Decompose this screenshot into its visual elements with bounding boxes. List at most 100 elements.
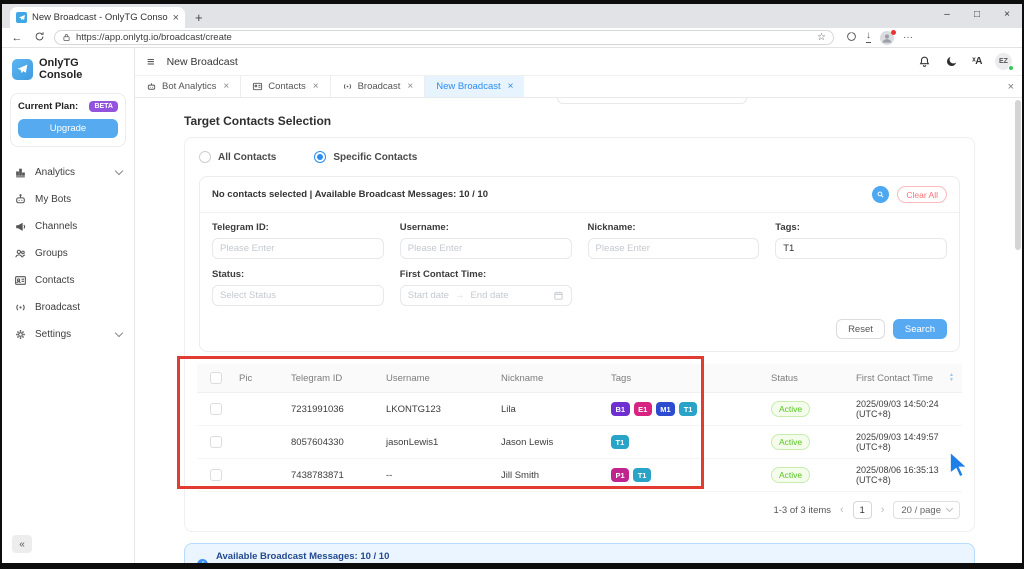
- tags-cell: B1 E1 M1 T1: [607, 402, 767, 416]
- tag-chip: T1: [633, 468, 651, 482]
- browser-extension-icon[interactable]: [846, 31, 857, 45]
- sidebar-item-channels[interactable]: Channels: [2, 213, 134, 240]
- user-avatar[interactable]: EZ: [995, 53, 1012, 70]
- sidebar-item-label: Channels: [35, 221, 122, 232]
- site-info-lock-icon[interactable]: [62, 29, 71, 47]
- radio-specific-contacts[interactable]: Specific Contacts: [314, 151, 417, 163]
- clear-all-button[interactable]: Clear All: [897, 186, 947, 203]
- main-header: ≡ New Broadcast ˣA EZ: [135, 48, 1022, 76]
- bookmark-star-icon[interactable]: ☆: [817, 32, 826, 43]
- col-tags: Tags: [607, 373, 767, 384]
- radio-label: All Contacts: [218, 152, 276, 163]
- tag-chip: M1: [656, 402, 675, 416]
- tab-bot-analytics[interactable]: Bot Analytics ×: [135, 76, 241, 97]
- sidebar-item-label: Broadcast: [35, 302, 122, 313]
- pagination-total: 1-3 of 3 items: [773, 505, 831, 516]
- filter-card: No contacts selected | Available Broadca…: [199, 176, 960, 352]
- language-translate-icon[interactable]: ˣA: [972, 56, 982, 67]
- sidebar-item-my-bots[interactable]: My Bots: [2, 186, 134, 213]
- browser-menu-icon[interactable]: ···: [903, 32, 913, 43]
- first-contact-cell: 2025/08/06 16:35:13 (UTC+8): [852, 465, 962, 485]
- col-username: Username: [382, 373, 497, 384]
- page-number[interactable]: 1: [853, 501, 872, 519]
- radio-unchecked-icon: [199, 151, 211, 163]
- tags-label: Tags:: [775, 222, 947, 233]
- sidebar-item-label: Contacts: [35, 275, 122, 286]
- row-checkbox[interactable]: [210, 469, 222, 481]
- tab-close-icon[interactable]: ×: [407, 81, 413, 92]
- browser-profile-avatar[interactable]: [880, 31, 894, 45]
- select-all-checkbox[interactable]: [210, 372, 222, 384]
- row-checkbox[interactable]: [210, 436, 222, 448]
- new-tab-button[interactable]: +: [195, 10, 203, 25]
- table-row[interactable]: 7231991036 LKONTG123 Lila B1 E1 M1 T1 Ac…: [197, 393, 962, 426]
- refresh-button[interactable]: [32, 31, 46, 45]
- reset-button[interactable]: Reset: [836, 319, 885, 339]
- window-minimize-button[interactable]: –: [932, 4, 962, 24]
- window-close-button[interactable]: ×: [992, 4, 1022, 24]
- column-sorter-icon[interactable]: ▲▼: [949, 373, 954, 383]
- notifications-bell-icon[interactable]: [918, 55, 932, 69]
- search-button[interactable]: Search: [893, 319, 947, 339]
- next-page-icon[interactable]: ›: [881, 504, 885, 516]
- hamburger-menu-icon[interactable]: ≡: [147, 54, 155, 69]
- status-select[interactable]: Select Status: [212, 285, 384, 306]
- browser-toolbar: ← https://app.onlytg.io/broadcast/create…: [2, 28, 1022, 48]
- row-checkbox[interactable]: [210, 403, 222, 415]
- nickname-input[interactable]: [588, 238, 760, 259]
- col-status: Status: [767, 373, 852, 384]
- bot-icon: [146, 81, 157, 92]
- window-maximize-button[interactable]: □: [962, 4, 992, 24]
- col-first-contact-time: First Contact Time: [856, 373, 933, 384]
- telegram-id-input[interactable]: [212, 238, 384, 259]
- sidebar-item-groups[interactable]: Groups: [2, 240, 134, 267]
- sidebar-item-broadcast[interactable]: Broadcast: [2, 294, 134, 321]
- sidebar-collapse-button[interactable]: «: [12, 535, 32, 553]
- address-bar[interactable]: https://app.onlytg.io/broadcast/create ☆: [54, 30, 834, 45]
- tags-input[interactable]: [775, 238, 947, 259]
- broadcast-limit-alert: i Available Broadcast Messages: 10 / 10 …: [184, 543, 975, 563]
- dark-mode-moon-icon[interactable]: [945, 55, 959, 69]
- content-area: Target Contacts Selection All Contacts S…: [135, 98, 1022, 563]
- tab-new-broadcast[interactable]: New Broadcast ×: [425, 76, 524, 97]
- sidebar-item-label: Settings: [35, 329, 108, 340]
- brand[interactable]: OnlyTG Console: [2, 48, 134, 89]
- sidebar-item-contacts[interactable]: Contacts: [2, 267, 134, 294]
- sidebar-item-settings[interactable]: Settings: [2, 321, 134, 348]
- tab-close-icon[interactable]: ×: [313, 81, 319, 92]
- tab-label: Broadcast: [358, 81, 401, 92]
- tab-contacts[interactable]: Contacts ×: [241, 76, 330, 97]
- vertical-scrollbar[interactable]: [1015, 100, 1021, 250]
- tab-close-icon[interactable]: ×: [173, 12, 179, 24]
- tag-chip: T1: [611, 435, 629, 449]
- sidebar-item-analytics[interactable]: Analytics: [2, 159, 134, 186]
- browser-tab[interactable]: New Broadcast - OnlyTG Console ×: [10, 7, 185, 28]
- page-size-select[interactable]: 20 / page: [893, 501, 960, 519]
- radio-all-contacts[interactable]: All Contacts: [199, 151, 276, 163]
- tab-close-icon[interactable]: ×: [508, 81, 514, 92]
- nickname-cell: Jill Smith: [497, 470, 607, 481]
- upgrade-button[interactable]: Upgrade: [18, 119, 118, 138]
- table-row[interactable]: 8057604330 jasonLewis1 Jason Lewis T1 Ac…: [197, 426, 962, 459]
- back-button[interactable]: ←: [10, 32, 24, 44]
- people-icon: [14, 247, 27, 260]
- megaphone-icon: [14, 220, 27, 233]
- page-header-title: New Broadcast: [167, 56, 238, 68]
- tab-broadcast[interactable]: Broadcast ×: [331, 76, 426, 97]
- tab-close-icon[interactable]: ×: [223, 81, 229, 92]
- table-row[interactable]: 7438783871 -- Jill Smith P1 T1 Active 20…: [197, 459, 962, 492]
- first-contact-time-label: First Contact Time:: [400, 269, 572, 280]
- date-range-picker[interactable]: Start date → End date: [400, 285, 572, 306]
- search-selected-button[interactable]: [872, 186, 889, 203]
- downloads-icon[interactable]: ↓: [866, 32, 871, 43]
- browser-tab-strip: New Broadcast - OnlyTG Console × + – □ ×: [2, 4, 1022, 28]
- contact-card-icon: [252, 81, 263, 92]
- scrolled-input-remnant: [557, 98, 747, 104]
- tabbar-close-icon[interactable]: ×: [1000, 81, 1022, 93]
- browser-window: New Broadcast - OnlyTG Console × + – □ ×…: [0, 0, 1024, 569]
- start-date-placeholder: Start date: [408, 290, 449, 301]
- col-nickname: Nickname: [497, 373, 607, 384]
- prev-page-icon[interactable]: ‹: [840, 504, 844, 516]
- username-input[interactable]: [400, 238, 572, 259]
- chevron-down-icon: [115, 167, 123, 175]
